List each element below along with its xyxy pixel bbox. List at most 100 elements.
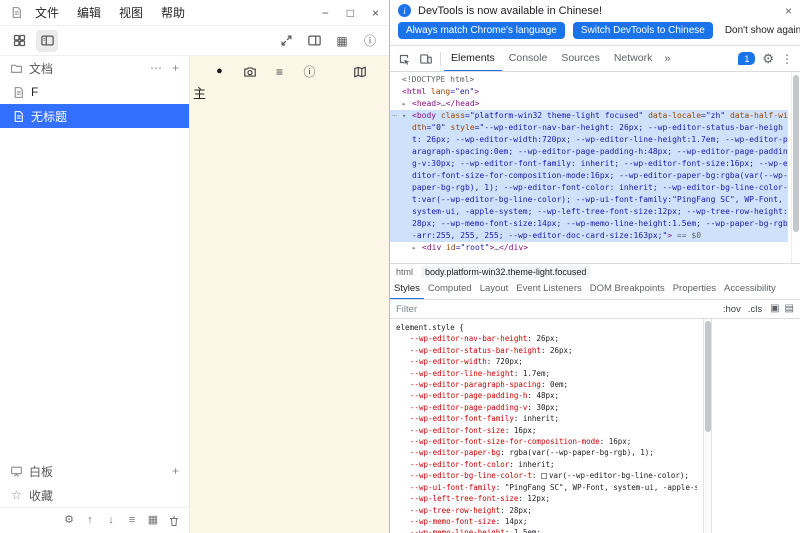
minimize-button[interactable]: − (322, 7, 329, 19)
css-property[interactable]: --wp-ui-font-family: "PingFang SC", WP-F… (396, 482, 697, 493)
sidetab-dom-breakpoints[interactable]: DOM Breakpoints (586, 280, 669, 300)
css-property[interactable]: --wp-editor-page-padding-h: 48px; (396, 390, 697, 401)
css-property-name: --wp-editor-width (410, 357, 487, 366)
breadcrumb: html body.platform-win32.theme-light.focu… (390, 263, 800, 280)
sidebar-section-docs[interactable]: 文档 ⋯ + (0, 56, 189, 80)
sidetab-properties[interactable]: Properties (669, 280, 720, 300)
move-up-icon[interactable]: ↑ (81, 512, 99, 530)
css-property[interactable]: --wp-editor-font-size: 16px; (396, 425, 697, 436)
devtools-panel: i DevTools is now available in Chinese! … (390, 0, 800, 533)
css-property[interactable]: --wp-editor-line-height: 1.7em; (396, 368, 697, 379)
breadcrumb-item[interactable]: html (396, 267, 413, 277)
expand-icon[interactable] (275, 30, 297, 52)
computed-panel-toggle-icon[interactable]: ▤ (785, 304, 794, 314)
trash-icon[interactable] (165, 512, 183, 530)
match-language-button[interactable]: Always match Chrome's language (398, 22, 565, 39)
menu-item[interactable]: 编辑 (77, 4, 101, 21)
sidebar-section-whiteboard[interactable]: 白板 + (0, 459, 189, 483)
more-tabs-icon[interactable]: » (659, 53, 675, 65)
collapse-arrow-icon[interactable]: ▸ (412, 242, 422, 254)
devtools-menu-icon[interactable]: ⋮ (781, 53, 793, 65)
css-property[interactable]: --wp-memo-font-size: 14px; (396, 516, 697, 527)
css-property[interactable]: --wp-left-tree-font-size: 12px; (396, 493, 697, 504)
switch-to-chinese-button[interactable]: Switch DevTools to Chinese (573, 22, 713, 39)
sidetab-layout[interactable]: Layout (476, 280, 513, 300)
record-icon[interactable]: ● (211, 63, 229, 81)
breadcrumb-item[interactable]: body.platform-win32.theme-light.focused (421, 266, 590, 278)
css-property[interactable]: --wp-editor-font-family: inherit; (396, 413, 697, 424)
inspect-element-icon[interactable] (393, 48, 415, 70)
sidebar-toggle-icon[interactable] (36, 30, 58, 52)
css-property-name: --wp-memo-line-height (410, 528, 505, 533)
dont-show-again-button[interactable]: Don't show again (721, 22, 800, 39)
tab-console[interactable]: Console (502, 46, 555, 72)
css-property[interactable]: --wp-editor-paper-bg: rgba(var(--wp-pape… (396, 447, 697, 458)
devtools-settings-icon[interactable]: ⚙ (762, 52, 774, 65)
styles-scrollbar-thumb[interactable] (705, 321, 711, 432)
css-property[interactable]: --wp-editor-nav-bar-height: 26px; (396, 333, 697, 344)
css-property[interactable]: --wp-editor-paragraph-spacing: 0em; (396, 379, 697, 390)
columns-layout-icon[interactable] (303, 30, 325, 52)
styles-scrollbar[interactable] (703, 319, 712, 533)
new-style-rule-icon[interactable]: ▣ (770, 304, 779, 314)
tree-line[interactable]: ▸<div id="root">…</div> (390, 242, 788, 254)
grid-view-icon[interactable]: ▦ (331, 30, 353, 52)
move-down-icon[interactable]: ↓ (102, 512, 120, 530)
css-property[interactable]: --wp-memo-line-height: 1.5em; (396, 527, 697, 533)
editor-content[interactable]: 主 (190, 82, 389, 102)
doc-info-icon[interactable]: ⓘ (301, 63, 319, 81)
more-options-icon[interactable]: ⋯ (150, 62, 162, 74)
tree-line[interactable]: ⋯▾<body class="platform-win32 theme-ligh… (390, 110, 788, 242)
css-property[interactable]: --wp-editor-status-bar-height: 26px; (396, 345, 697, 356)
tree-line[interactable]: <!DOCTYPE html> (390, 74, 788, 86)
style-filter-input[interactable] (396, 304, 715, 315)
collapse-arrow-icon[interactable]: ▸ (402, 98, 412, 110)
maximize-button[interactable]: □ (347, 7, 354, 19)
grid-small-icon[interactable]: ▦ (144, 512, 162, 530)
camera-icon[interactable] (241, 63, 259, 81)
menu-item[interactable]: 视图 (119, 4, 143, 21)
tab-sources[interactable]: Sources (554, 46, 607, 72)
tree-line[interactable]: ▸<head>…</head> (390, 98, 788, 110)
filter-toggle[interactable]: :hov (723, 304, 741, 315)
sidetab-styles[interactable]: Styles (390, 280, 424, 300)
sidetab-event-listeners[interactable]: Event Listeners (512, 280, 585, 300)
css-property[interactable]: --wp-editor-bg-line-color-t: var(--wp-ed… (396, 470, 697, 481)
css-property-name: --wp-editor-line-height (410, 369, 514, 378)
elements-scrollbar-thumb[interactable] (793, 75, 799, 232)
css-property[interactable]: --wp-tree-row-height: 28px; (396, 505, 697, 516)
elements-scrollbar[interactable] (791, 72, 800, 263)
menu-item[interactable]: 文件 (35, 4, 59, 21)
map-icon[interactable] (351, 63, 369, 81)
device-toolbar-icon[interactable] (415, 48, 437, 70)
node-menu-icon[interactable]: ⋯ (392, 110, 402, 122)
issues-counter-badge[interactable]: 1 (738, 52, 755, 65)
tab-elements[interactable]: Elements (444, 46, 502, 72)
filter-toggle[interactable]: .cls (748, 304, 762, 315)
add-doc-icon[interactable]: + (172, 62, 179, 74)
grid-menu-icon[interactable] (8, 30, 30, 52)
css-property-value: 0em (550, 380, 564, 389)
menu-item[interactable]: 帮助 (161, 4, 185, 21)
css-property[interactable]: --wp-editor-font-color: inherit; (396, 459, 697, 470)
css-property[interactable]: --wp-editor-width: 720px; (396, 356, 697, 367)
color-swatch-icon[interactable] (541, 473, 547, 479)
infobar-close-icon[interactable]: × (785, 5, 792, 17)
style-rule-selector[interactable]: element.style { (396, 322, 697, 333)
sidetab-accessibility[interactable]: Accessibility (720, 280, 780, 300)
css-property[interactable]: --wp-editor-page-padding-v: 30px; (396, 402, 697, 413)
tree-line[interactable]: <html lang="en"> (390, 86, 788, 98)
doc-list-item[interactable]: 无标题 (0, 104, 189, 128)
expand-arrow-icon[interactable]: ▾ (402, 110, 412, 122)
add-whiteboard-icon[interactable]: + (172, 465, 179, 477)
sidetab-computed[interactable]: Computed (424, 280, 476, 300)
tab-network[interactable]: Network (607, 46, 660, 72)
outline-list-icon[interactable]: ≡ (271, 63, 289, 81)
close-button[interactable]: × (372, 7, 379, 19)
doc-list-item[interactable]: F (0, 80, 189, 104)
css-property[interactable]: --wp-editor-font-size-for-composition-mo… (396, 436, 697, 447)
info-icon[interactable]: ⓘ (359, 30, 381, 52)
settings-gear-icon[interactable]: ⚙ (60, 512, 78, 530)
sidebar-section-favorites[interactable]: ☆ 收藏 (0, 483, 189, 507)
list-view-icon[interactable]: ≡ (123, 512, 141, 530)
